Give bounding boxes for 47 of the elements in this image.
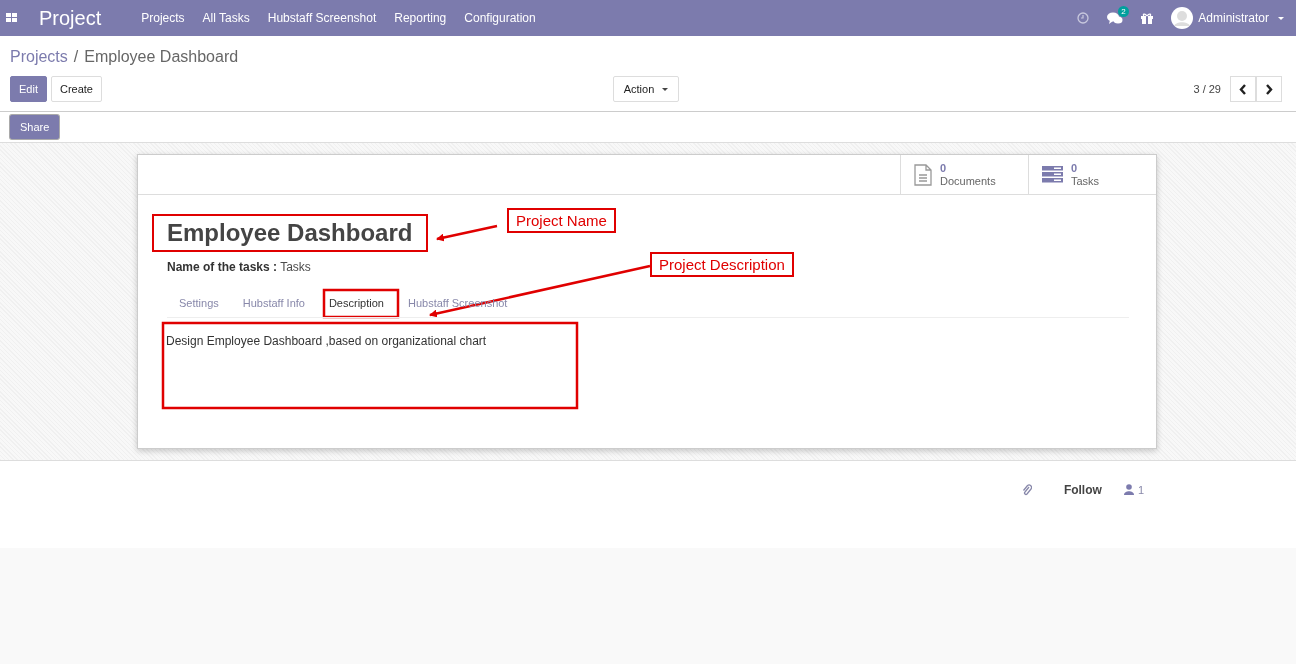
menu-item[interactable]: Projects	[141, 11, 185, 25]
annotation-arrow	[436, 224, 498, 242]
chevron-left-icon	[1239, 83, 1247, 95]
share-button[interactable]: Share	[10, 115, 60, 139]
breadcrumb-link[interactable]: Projects	[10, 48, 68, 66]
action-dropdown[interactable]: Action	[612, 76, 680, 102]
breadcrumb-current: Employee Dashboard	[84, 48, 239, 66]
annotation-label: Project Description	[650, 252, 794, 277]
followers-button[interactable]: 1	[1123, 483, 1144, 496]
chevron-right-icon	[1265, 83, 1273, 95]
smart-button[interactable]: 0 Tasks	[1028, 155, 1156, 194]
user-menu[interactable]: Administrator	[1171, 7, 1284, 29]
gift-icon[interactable]	[1141, 12, 1154, 24]
tasks-icon	[1042, 166, 1063, 183]
app-name: Project	[39, 6, 102, 30]
clock-icon[interactable]	[1077, 12, 1090, 24]
followers-count: 1	[1137, 483, 1144, 496]
menu-item[interactable]: Hubstaff Screenshot	[267, 11, 377, 25]
caret-icon	[662, 87, 669, 91]
notification-badge: 2	[1118, 5, 1129, 17]
pager-value: 3 / 29	[1193, 83, 1221, 95]
paperclip-icon[interactable]	[1021, 483, 1032, 496]
menu-item[interactable]: All Tasks	[202, 11, 250, 25]
chat-bubbles-icon[interactable]	[1107, 11, 1124, 25]
document-icon	[914, 163, 932, 186]
create-button[interactable]: Create	[50, 76, 102, 102]
menu-item[interactable]: Configuration	[464, 11, 536, 25]
person-icon	[1123, 484, 1134, 495]
smart-button[interactable]: 0 Documents	[900, 155, 1028, 194]
tab[interactable]: Description	[316, 292, 396, 317]
caret-icon	[1278, 16, 1284, 20]
tab[interactable]: Hubstaff Info	[230, 292, 317, 317]
avatar-icon	[1171, 7, 1194, 29]
tab[interactable]: Settings	[167, 292, 231, 317]
field-label: Name of the tasks :	[167, 260, 278, 274]
annotation-label: Project Name	[507, 208, 616, 233]
previous-button[interactable]	[1230, 76, 1256, 102]
menu-item[interactable]: Reporting	[394, 11, 447, 25]
edit-button[interactable]: Edit	[10, 76, 47, 102]
breadcrumb-separator: /	[73, 48, 79, 66]
follow-button[interactable]: Follow	[1063, 482, 1102, 497]
user-name: Administrator	[1198, 11, 1269, 25]
next-button[interactable]	[1256, 76, 1282, 102]
field-value: Tasks	[280, 260, 311, 274]
project-title: Employee Dashboard	[167, 219, 413, 247]
description-text: Design Employee Dashboard ,based on organizational chart	[166, 334, 488, 348]
apps-grid-icon[interactable]	[6, 13, 17, 23]
